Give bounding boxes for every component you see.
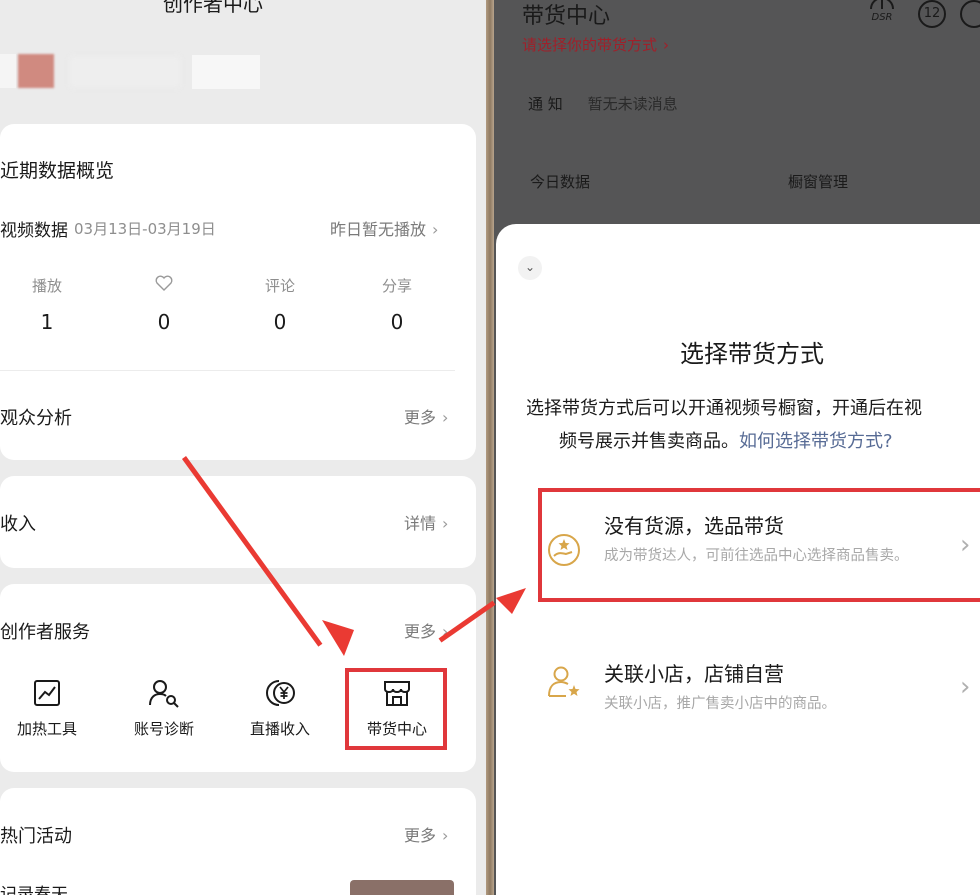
income-detail-text: 详情 xyxy=(404,514,437,533)
hot-item[interactable]: 记录春天 xyxy=(0,880,68,895)
count-badge[interactable]: 12 xyxy=(918,0,946,28)
more-badge[interactable] xyxy=(960,0,980,28)
audience-title: 观众分析 xyxy=(0,408,72,429)
arrowhead-icon xyxy=(496,588,526,614)
service-label: 加热工具 xyxy=(16,720,77,738)
how-to-choose-link[interactable]: 如何选择带货方式? xyxy=(739,431,893,452)
overview-card: 近期数据概览 视频数据 03月13日-03月19日 昨日暂无播放 › 播放 评论 … xyxy=(0,124,476,460)
notice-bar[interactable]: 通 知 暂无未读消息 xyxy=(528,93,678,114)
services-title: 创作者服务 xyxy=(0,622,90,643)
avatar xyxy=(0,54,16,88)
stat-value-like: 0 xyxy=(157,310,171,334)
highlight-box xyxy=(538,488,980,602)
no-play-text: 昨日暂无播放 xyxy=(330,220,427,239)
stat-label-comment: 评论 xyxy=(264,277,295,295)
hot-item-thumbnail[interactable] xyxy=(350,880,454,895)
today-data-label: 今日数据 xyxy=(530,173,591,191)
sheet-title: 选择带货方式 xyxy=(680,340,824,368)
yen-coin-icon xyxy=(266,680,295,706)
sheet-desc-line-2: 频号展示并售卖商品。如何选择带货方式? xyxy=(526,425,922,458)
page-title: 创作者中心 xyxy=(163,0,263,16)
stat-value-share: 0 xyxy=(390,310,404,334)
stat-value-play: 1 xyxy=(40,310,54,334)
window-manage-label[interactable]: 橱窗管理 xyxy=(788,171,848,192)
hot-more-link[interactable]: 更多 › xyxy=(404,822,448,846)
no-play-link[interactable]: 昨日暂无播放 › xyxy=(330,216,438,240)
choose-method-link[interactable]: 请选择你的带货方式 › xyxy=(522,34,669,55)
chevron-right-icon: › xyxy=(663,36,670,54)
option-title: 关联小店，店铺自营 xyxy=(604,662,784,686)
services-more-text: 更多 xyxy=(404,622,437,641)
chart-up-icon xyxy=(34,680,60,706)
income-title: 收入 xyxy=(0,514,36,535)
notice-text: 暂无未读消息 xyxy=(587,95,678,113)
chevron-down-icon: ⌄ xyxy=(524,260,536,274)
stat-label-play: 播放 xyxy=(31,277,62,295)
dsr-badge[interactable]: DSR xyxy=(864,0,900,30)
id-blur xyxy=(192,55,260,89)
service-account-diagnosis[interactable]: 账号诊断 xyxy=(114,678,214,739)
date-range: 03月13日-03月19日 xyxy=(74,220,216,238)
option-link-store[interactable]: 关联小店，店铺自营 关联小店，推广售卖小店中的商品。 › xyxy=(542,644,980,724)
gauge-icon xyxy=(870,0,894,10)
hot-more-text: 更多 xyxy=(404,826,437,845)
chevron-right-icon: › xyxy=(442,514,449,533)
sales-center-panel: 带货中心 请选择你的带货方式 › DSR 12 通 知 暂无未读消息 今日数据 橱… xyxy=(494,0,980,895)
audience-more-text: 更多 xyxy=(404,408,437,427)
select-method-sheet: ⌄ 选择带货方式 选择带货方式后可以开通视频号橱窗，开通后在视 频号展示并售卖商… xyxy=(496,224,980,895)
collapse-button[interactable]: ⌄ xyxy=(518,256,542,280)
heart-icon xyxy=(155,275,173,291)
income-card[interactable]: 收入 详情 › xyxy=(0,476,476,568)
avatar-blur xyxy=(18,54,54,88)
username-blur xyxy=(70,57,180,87)
user-search-icon xyxy=(149,680,179,708)
creator-center-panel: 创作者中心 近期数据概览 视频数据 03月13日-03月19日 昨日暂无播放 › … xyxy=(0,0,486,895)
user-star-icon xyxy=(548,666,580,697)
stat-label-like xyxy=(134,275,194,295)
stat-value-comment: 0 xyxy=(273,310,287,334)
stat-label-share: 分享 xyxy=(381,277,412,295)
income-detail-link[interactable]: 详情 › xyxy=(404,510,448,534)
service-label: 直播收入 xyxy=(249,720,310,738)
hot-title: 热门活动 xyxy=(0,826,72,847)
chevron-right-icon: › xyxy=(432,220,439,239)
highlight-box xyxy=(345,668,447,750)
overview-title: 近期数据概览 xyxy=(0,160,115,182)
service-live-income[interactable]: 直播收入 xyxy=(230,678,330,739)
count-badge-value: 12 xyxy=(923,6,941,21)
sheet-desc-text: 频号展示并售卖商品。 xyxy=(559,431,739,452)
arrowhead-icon xyxy=(322,620,354,656)
notice-label: 通 知 xyxy=(528,95,563,113)
chevron-right-icon: › xyxy=(442,408,449,427)
sheet-desc-line-1: 选择带货方式后可以开通视频号橱窗，开通后在视 xyxy=(526,398,922,419)
service-heat-tool[interactable]: 加热工具 xyxy=(0,678,97,739)
panel-divider xyxy=(486,0,494,895)
hot-activities-card: 热门活动 更多 › 记录春天 xyxy=(0,788,476,895)
divider xyxy=(0,370,455,371)
video-data-label: 视频数据 xyxy=(0,221,68,241)
page-title: 带货中心 xyxy=(522,4,611,29)
audience-more-link[interactable]: 更多 › xyxy=(404,404,448,428)
choose-method-text: 请选择你的带货方式 xyxy=(522,36,658,54)
chevron-right-icon: › xyxy=(960,672,971,702)
chevron-right-icon: › xyxy=(442,826,449,845)
dsr-label: DSR xyxy=(871,12,893,23)
service-label: 账号诊断 xyxy=(133,720,194,738)
option-description: 关联小店，推广售卖小店中的商品。 xyxy=(604,696,836,712)
sheet-description: 选择带货方式后可以开通视频号橱窗，开通后在视 频号展示并售卖商品。如何选择带货方… xyxy=(526,392,922,458)
